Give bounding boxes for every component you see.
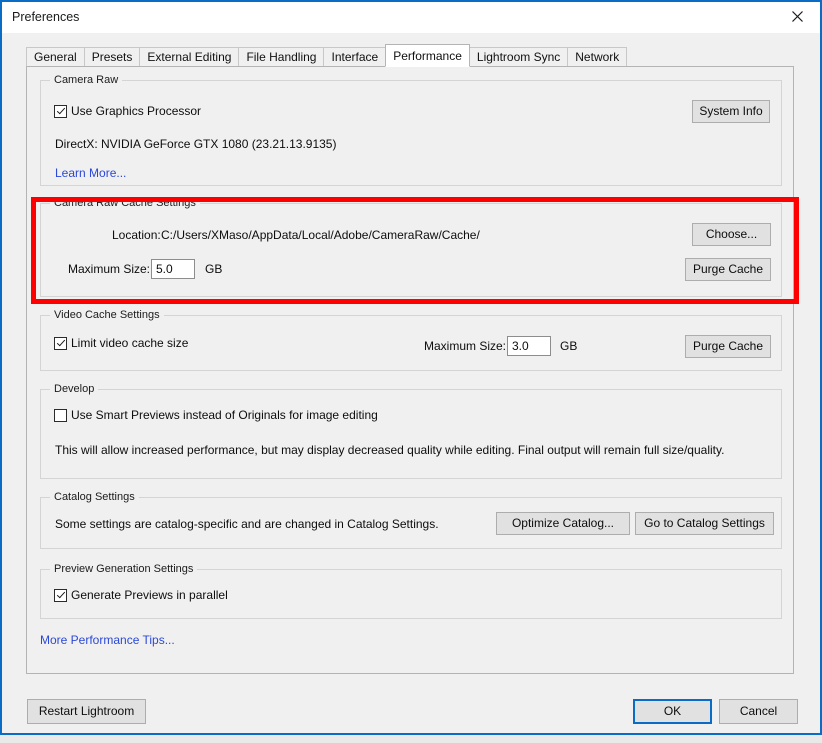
system-info-button[interactable]: System Info [692, 100, 770, 123]
tab-performance[interactable]: Performance [385, 44, 470, 67]
group-video-cache: Video Cache Settings Limit video cache s… [40, 309, 782, 371]
optimize-catalog-button[interactable]: Optimize Catalog... [496, 512, 630, 535]
tab-file-handling[interactable]: File Handling [238, 47, 325, 66]
tab-network[interactable]: Network [567, 47, 628, 66]
title-bar: Preferences [2, 2, 820, 33]
group-camera-raw-title: Camera Raw [50, 74, 123, 86]
cache-max-size-input[interactable] [151, 259, 195, 279]
window-title: Preferences [12, 10, 80, 24]
tab-external-editing[interactable]: External Editing [139, 47, 240, 66]
tab-interface[interactable]: Interface [323, 47, 387, 66]
tab-lightroom-sync[interactable]: Lightroom Sync [468, 47, 569, 66]
use-graphics-processor-label: Use Graphics Processor [71, 104, 202, 118]
checkbox-box [54, 336, 67, 350]
develop-description-text: This will allow increased performance, b… [55, 443, 725, 457]
use-smart-previews-label: Use Smart Previews instead of Originals … [71, 408, 378, 422]
video-max-size-label: Maximum Size: [424, 339, 507, 353]
generate-previews-parallel-checkbox[interactable]: Generate Previews in parallel [54, 588, 228, 602]
tab-strip: General Presets External Editing File Ha… [26, 44, 628, 67]
group-camera-raw-cache-title: Camera Raw Cache Settings [50, 197, 200, 209]
cache-max-size-units: GB [205, 262, 223, 276]
cache-location-value: C:/Users/XMaso/AppData/Local/Adobe/Camer… [161, 228, 480, 242]
group-camera-raw-cache: Camera Raw Cache Settings Location: C:/U… [40, 197, 782, 297]
performance-tab-panel: Camera Raw Use Graphics Processor Direct… [26, 66, 794, 674]
dialog-footer: Restart Lightroom OK Cancel [2, 674, 820, 733]
group-camera-raw: Camera Raw Use Graphics Processor Direct… [40, 74, 782, 186]
choose-cache-location-button[interactable]: Choose... [692, 223, 771, 246]
checkbox-box [54, 104, 67, 118]
catalog-description-text: Some settings are catalog-specific and a… [55, 517, 439, 531]
limit-video-cache-label: Limit video cache size [71, 336, 189, 350]
group-video-cache-title: Video Cache Settings [50, 309, 164, 321]
group-develop: Develop Use Smart Previews instead of Or… [40, 383, 782, 479]
tab-general[interactable]: General [26, 47, 85, 66]
ok-button[interactable]: OK [633, 699, 712, 724]
video-max-size-units: GB [560, 339, 578, 353]
group-catalog-settings: Catalog Settings Some settings are catal… [40, 491, 782, 549]
purge-camera-raw-cache-button[interactable]: Purge Cache [685, 258, 771, 281]
use-smart-previews-checkbox[interactable]: Use Smart Previews instead of Originals … [54, 408, 378, 422]
checkbox-box [54, 408, 67, 422]
restart-lightroom-button[interactable]: Restart Lightroom [27, 699, 146, 724]
group-preview-generation-title: Preview Generation Settings [50, 563, 198, 575]
more-performance-tips-link[interactable]: More Performance Tips... [40, 633, 175, 647]
go-to-catalog-settings-button[interactable]: Go to Catalog Settings [635, 512, 774, 535]
group-develop-title: Develop [50, 383, 99, 395]
preferences-dialog: Preferences General Presets External Edi… [0, 0, 822, 735]
cache-max-size-label: Maximum Size: [68, 262, 151, 276]
generate-previews-parallel-label: Generate Previews in parallel [71, 588, 228, 602]
group-catalog-settings-title: Catalog Settings [50, 491, 139, 503]
use-graphics-processor-checkbox[interactable]: Use Graphics Processor [54, 104, 201, 118]
group-preview-generation: Preview Generation Settings Generate Pre… [40, 563, 782, 619]
cancel-button[interactable]: Cancel [719, 699, 798, 724]
learn-more-link[interactable]: Learn More... [55, 166, 126, 180]
limit-video-cache-checkbox[interactable]: Limit video cache size [54, 336, 188, 350]
checkbox-box [54, 588, 67, 602]
tab-presets[interactable]: Presets [83, 47, 141, 66]
gpu-info-text: DirectX: NVIDIA GeForce GTX 1080 (23.21.… [55, 137, 337, 151]
purge-video-cache-button[interactable]: Purge Cache [685, 335, 771, 358]
close-icon[interactable] [774, 2, 820, 31]
video-max-size-input[interactable] [507, 336, 551, 356]
cache-location-label: Location: [112, 228, 161, 242]
desktop-background-strip [0, 735, 822, 743]
